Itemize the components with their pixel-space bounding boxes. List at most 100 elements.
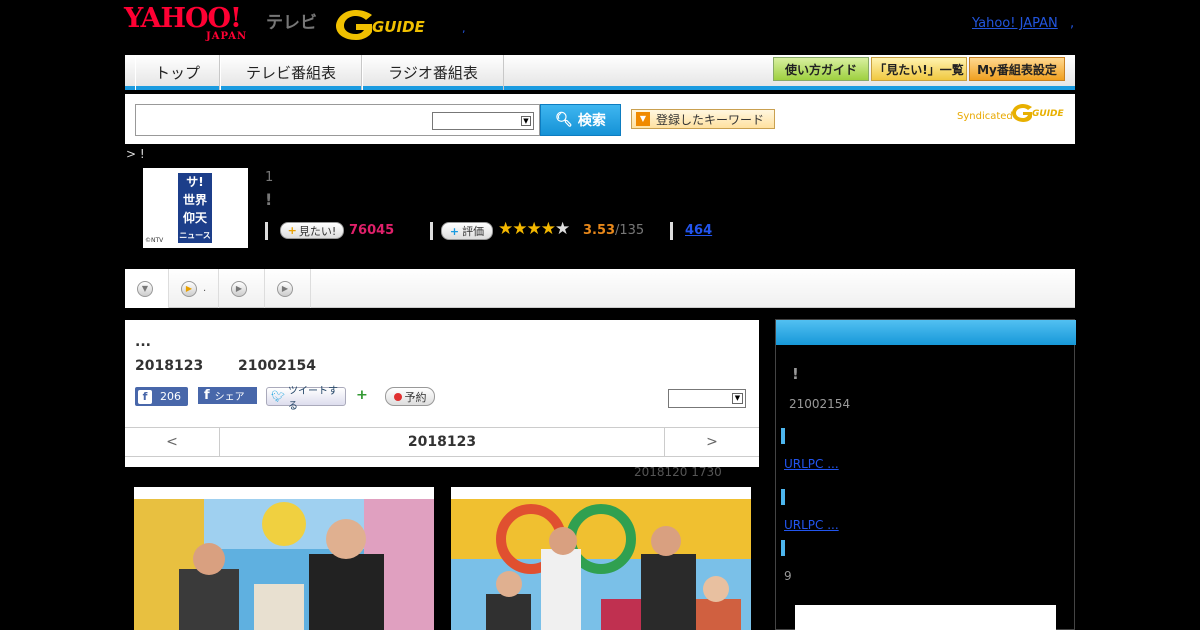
prev-date-button[interactable]: < <box>125 428 220 456</box>
twitter-bird-icon: 🐦︎ <box>271 390 285 403</box>
tab-reviews[interactable]: ▶ <box>219 269 265 308</box>
facebook-share-button[interactable]: f シェア <box>198 387 257 404</box>
header-separator: , <box>462 22 466 35</box>
broadcast-title: ... <box>135 334 151 350</box>
sidebar-title: ! <box>792 365 799 383</box>
search-button-label: 検索 <box>577 113 606 129</box>
facebook-icon: f <box>138 389 152 404</box>
syndicated-gguide-text: GUIDE <box>1032 109 1064 119</box>
section-marker <box>781 540 785 556</box>
search-category-select[interactable]: ▼ <box>432 112 534 130</box>
broadcast-time: 21002154 <box>238 358 316 374</box>
yahoo-japan-link[interactable]: Yahoo! JAPAN <box>972 16 1058 31</box>
facebook-like-count: 206 <box>160 390 181 403</box>
play-icon: ▶ <box>277 280 293 297</box>
mitai-list-button[interactable]: 「見たい!」一覧 <box>871 57 967 81</box>
tab-info[interactable]: ▼ <box>125 269 169 308</box>
studio-photo-image <box>451 499 751 630</box>
tab-schedule[interactable]: ▶ . <box>169 269 219 308</box>
reminder-select[interactable]: ▼ <box>668 389 746 408</box>
sidebar-header <box>776 320 1076 345</box>
section-marker <box>781 489 785 505</box>
sidebar-link-2[interactable]: URLPC ... <box>784 518 839 532</box>
sidebar-panel: ! 21002154 URLPC ... URLPC ... 9 <box>775 319 1076 630</box>
stars-filled: ★★★★ <box>498 219 556 239</box>
mitai-count: 76045 <box>349 223 395 238</box>
add-bookmark-icon[interactable]: ➕︎ <box>357 388 373 404</box>
global-nav: トップ テレビ番組表 ラジオ番組表 使い方ガイド 「見たい!」一覧 My番組表設… <box>125 55 1075 90</box>
yahoo-logo-text: YAHOO! <box>124 3 242 34</box>
program-episode: 1 <box>265 170 274 185</box>
facebook-icon: f <box>204 388 210 403</box>
review-count-link[interactable]: 464 <box>685 223 712 238</box>
image-credit: ©NTV <box>145 237 164 244</box>
program-logo-line: 世界 <box>182 193 207 207</box>
sidebar-time: 21002154 <box>789 397 851 411</box>
yahoo-japan-logo[interactable]: YAHOO! JAPAN <box>124 3 264 43</box>
rate-button[interactable]: + 評価 <box>441 222 493 240</box>
sidebar-ad-box <box>795 605 1056 630</box>
syndicated-gguide-logo: GUIDE <box>1011 102 1069 126</box>
chevron-down-icon: ▼ <box>521 116 531 126</box>
search-area: ▼ 🔍︎ 検索 ▼ 登録したキーワード Syndicated GUIDE <box>125 94 1075 144</box>
divider <box>670 222 673 240</box>
date-navigation: < 2018123 > <box>125 427 759 457</box>
divider <box>265 222 268 240</box>
search-button[interactable]: 🔍︎ 検索 <box>540 104 621 136</box>
mitai-button[interactable]: + 見たい! <box>280 222 344 239</box>
star-rating-icon: ★★★★★ <box>498 219 570 239</box>
tweet-button[interactable]: 🐦︎ ツイートする <box>266 386 346 412</box>
facebook-share-label: シェア <box>214 392 245 403</box>
program-logo-line: サ! <box>186 175 204 189</box>
registered-keywords-label: 登録したキーワード <box>656 112 765 127</box>
section-marker <box>781 428 785 444</box>
facebook-like-button[interactable]: f 206 <box>135 387 188 406</box>
broadcast-date: 2018123 <box>135 358 204 374</box>
header-link-separator: , <box>1070 16 1075 31</box>
program-photo-2[interactable] <box>451 487 751 630</box>
chevron-down-icon: ▼ <box>636 112 650 126</box>
breadcrumb: > ! <box>126 147 145 161</box>
program-title: ! <box>265 190 273 209</box>
current-date: 2018123 <box>407 434 477 450</box>
reserve-button[interactable]: 予約 <box>385 387 435 406</box>
guide-button[interactable]: 使い方ガイド <box>773 57 869 81</box>
yahoo-japan-subtext: JAPAN <box>206 31 248 42</box>
nav-tab-radio-listings[interactable]: ラジオ番組表 <box>362 55 504 90</box>
program-logo-line: 仰天 <box>182 211 207 225</box>
tv-label: テレビ <box>266 13 317 33</box>
program-logo-line: ニュース <box>179 231 211 240</box>
registered-keywords-button[interactable]: ▼ 登録したキーワード <box>631 109 775 129</box>
play-icon: ▶ <box>231 280 247 297</box>
studio-photo-image <box>134 499 434 630</box>
my-listings-settings-button[interactable]: My番組表設定 <box>969 57 1065 81</box>
divider <box>430 222 433 240</box>
chevron-down-icon: ▼ <box>732 393 743 404</box>
sidebar-link-1[interactable]: URLPC ... <box>784 457 839 471</box>
program-photo-1[interactable] <box>134 487 434 630</box>
next-date-button[interactable]: > <box>664 428 759 456</box>
gguide-logo[interactable]: GUIDE <box>334 6 434 42</box>
tweet-label: ツイートする <box>287 385 338 412</box>
nav-tab-tv-listings[interactable]: テレビ番組表 <box>220 55 362 90</box>
play-icon: ▶ <box>181 280 197 297</box>
broadcast-detail-panel: ... 2018123 21002154 f 206 f シェア 🐦︎ ツイート… <box>125 320 759 467</box>
program-logo-sign: サ! 世界 仰天 ニュース <box>176 171 214 245</box>
gguide-logo-text: GUIDE <box>372 18 425 36</box>
mitai-button-label: 見たい! <box>298 224 337 238</box>
nav-tab-top[interactable]: トップ <box>135 55 220 90</box>
last-updated: 2018120 1730 <box>634 465 722 479</box>
syndicated-label: Syndicated <box>957 111 1013 122</box>
plus-icon: + <box>449 224 460 238</box>
program-tabs-bar: ▼ ▶ . ▶ ▶ <box>125 269 1075 308</box>
sidebar-number: 9 <box>784 569 792 583</box>
reserve-label: 予約 <box>404 390 427 404</box>
search-icon: 🔍︎ <box>555 112 573 128</box>
rating-value: 3.53 <box>583 223 616 238</box>
chevron-down-icon: ▼ <box>137 280 153 297</box>
rate-button-label: 評価 <box>462 225 485 238</box>
tab-related[interactable]: ▶ <box>265 269 311 308</box>
stars-empty: ★ <box>554 219 570 239</box>
rating-count: /135 <box>615 223 645 238</box>
record-dot-icon <box>393 392 402 401</box>
